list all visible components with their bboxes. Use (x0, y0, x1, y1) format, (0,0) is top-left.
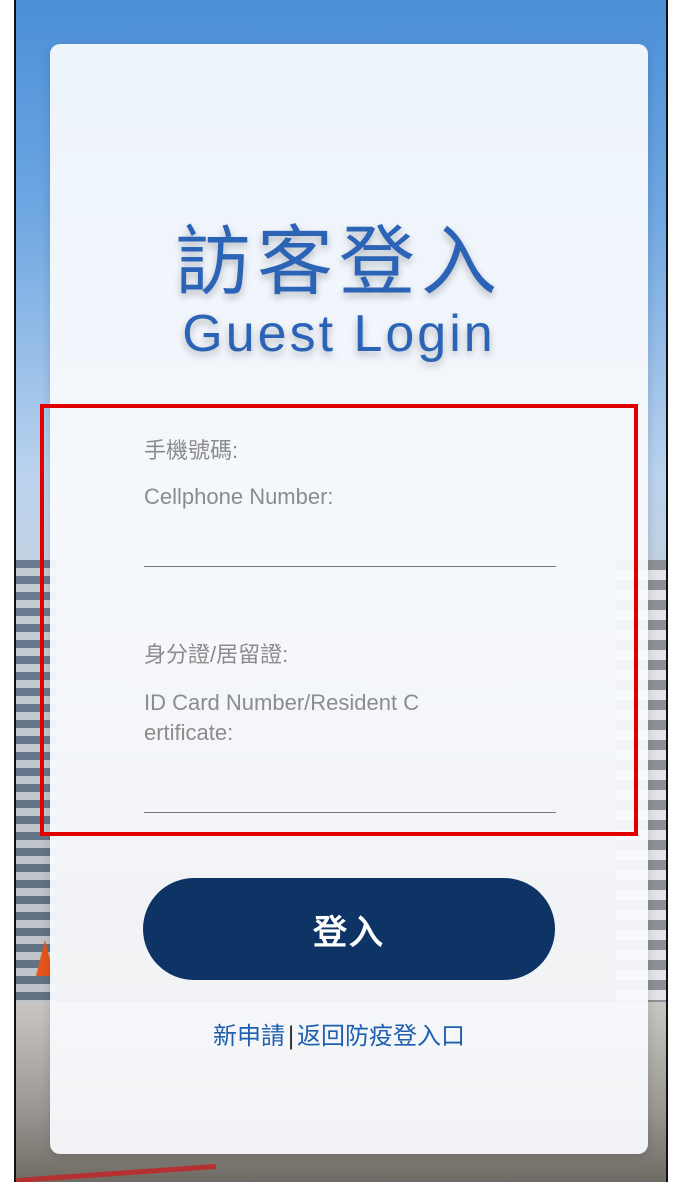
page-title-zh: 訪客登入 (175, 217, 503, 306)
new-application-link[interactable]: 新申請 (213, 1022, 285, 1050)
link-separator: | (286, 1022, 296, 1050)
login-button[interactable]: 登入 (143, 878, 555, 980)
form-highlight-box (40, 404, 638, 836)
page-title-en: Guest Login (182, 305, 496, 363)
back-to-epidemic-login-link[interactable]: 返回防疫登入口 (297, 1022, 465, 1050)
bottom-links: 新申請|返回防疫登入口 (0, 1016, 678, 1051)
